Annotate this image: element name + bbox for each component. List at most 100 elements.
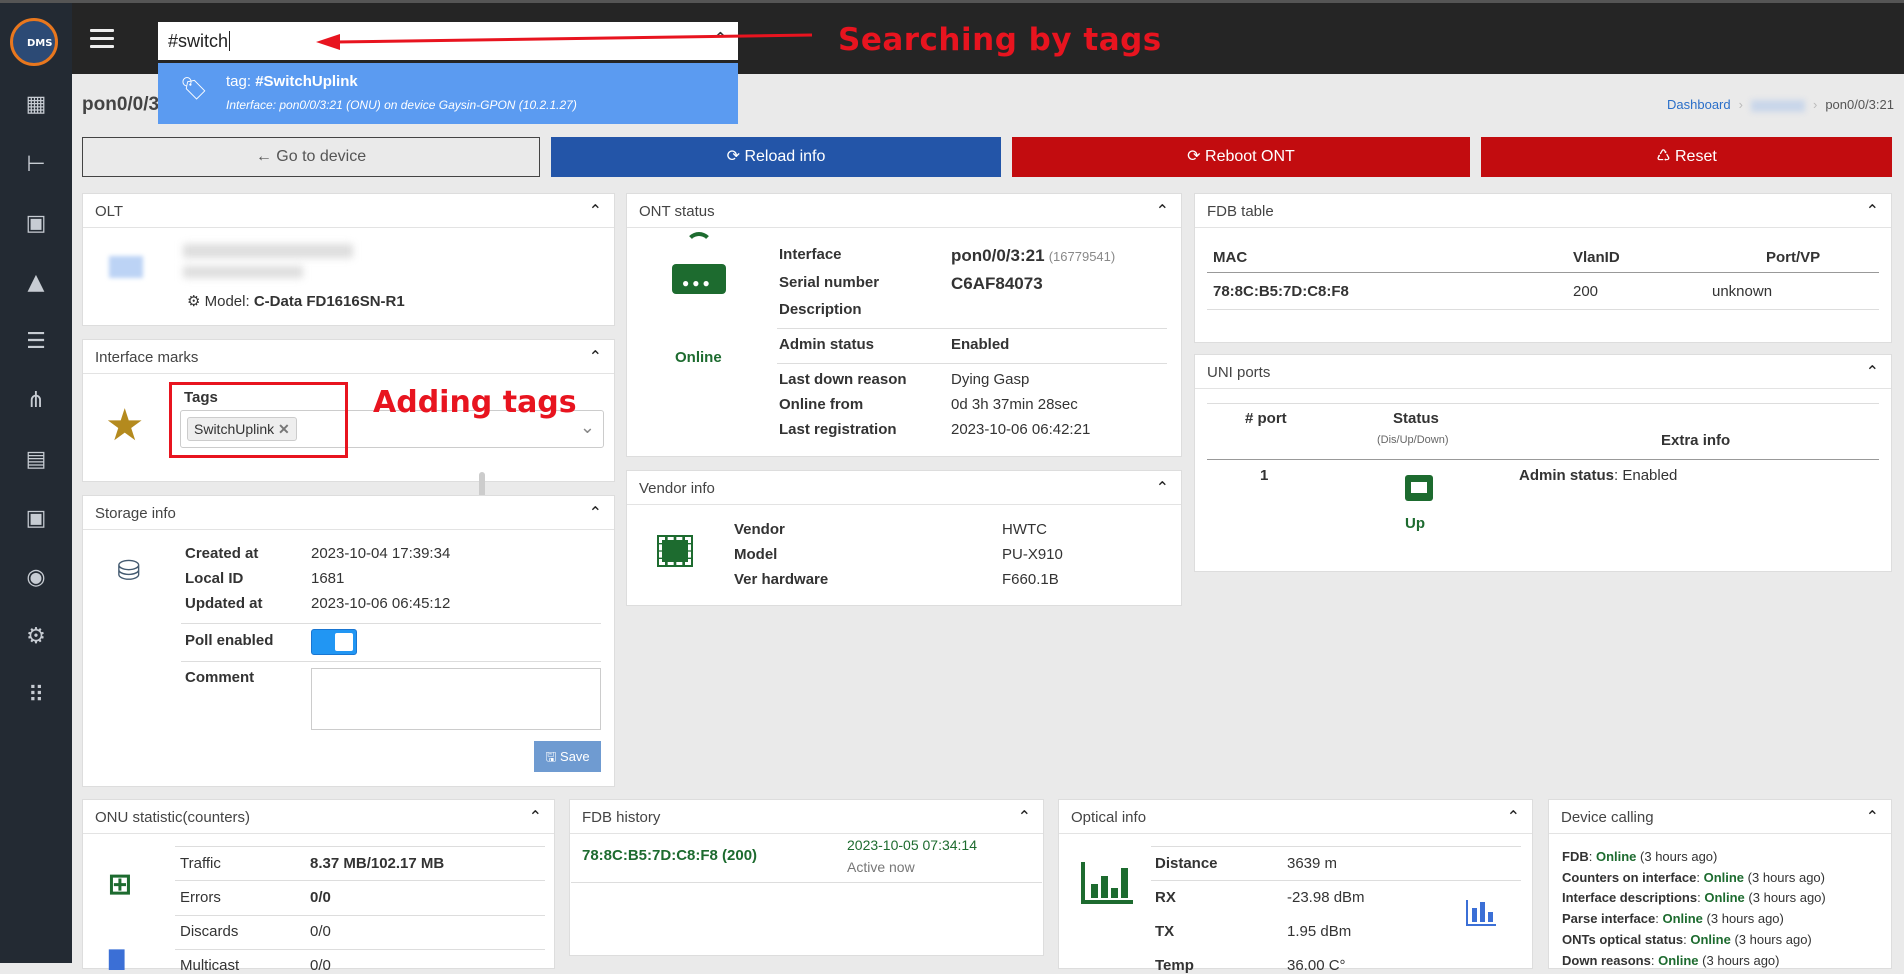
uni-port-number: 1: [1260, 467, 1269, 484]
go-to-device-button[interactable]: ← Go to device: [82, 137, 540, 177]
card-title: Device calling: [1561, 809, 1654, 826]
interface-value: pon0/0/3:21: [951, 246, 1045, 265]
chevron-up-icon[interactable]: ⌃: [1866, 807, 1879, 826]
reboot-ont-button[interactable]: ⟳ Reboot ONT: [1012, 137, 1470, 177]
olt-model-value: C-Data FD1616SN-R1: [253, 293, 405, 310]
save-icon: 🖫: [545, 749, 557, 764]
uni-header-status: Status: [1393, 410, 1439, 427]
ont-status-card: ONT status ⌃ ●●● Online Interface pon0/0/…: [626, 193, 1182, 457]
card-title: OLT: [95, 203, 124, 220]
fdb-row-port: unknown: [1712, 283, 1773, 300]
settings-icon[interactable]: ⚙: [22, 623, 50, 651]
multicast-value: 0/0: [310, 957, 331, 974]
chevron-up-icon[interactable]: ⌃: [1866, 362, 1879, 381]
fdb-header-vlan: VlanID: [1573, 249, 1620, 266]
admin-status-label: Admin status: [779, 336, 875, 353]
apps-icon[interactable]: ⠿: [22, 682, 50, 710]
card-title: Interface marks: [95, 349, 199, 366]
breadcrumb-device[interactable]: [1750, 99, 1805, 112]
onu-statistic-card: ONU statistic(counters) ⌃ ⊞ ▇ Traffic 8.3…: [82, 799, 555, 974]
database-icon: ⛁: [117, 554, 141, 587]
breadcrumb: Dashboard › › pon0/0/3:21: [1667, 97, 1894, 112]
reload-info-button[interactable]: ⟳ Reload info: [551, 137, 1001, 177]
device-calling-item: Down reasons: Online (3 hours ago): [1562, 952, 1780, 968]
result-tag: #SwitchUplink: [255, 73, 358, 90]
local-id-label: Local ID: [185, 570, 244, 587]
traffic-value: 8.37 MB/102.17 MB: [310, 855, 445, 872]
chevron-up-icon[interactable]: ⌃: [589, 503, 602, 522]
save-button[interactable]: 🖫 Save: [534, 741, 601, 772]
tree-icon[interactable]: ⊢: [22, 151, 50, 179]
tx-label: TX: [1155, 923, 1175, 940]
fdb-header-port: Port/VP: [1766, 249, 1821, 266]
chevron-up-icon[interactable]: ⌃: [1156, 201, 1169, 220]
poll-label: Poll enabled: [185, 632, 274, 649]
last-registration-value: 2023-10-06 06:42:21: [951, 421, 1091, 438]
uni-extra-value: : Enabled: [1614, 467, 1678, 484]
router-icon: ●●●: [672, 264, 726, 294]
device-calling-item: Interface descriptions: Online (3 hours …: [1562, 890, 1826, 906]
uni-port-status: Up: [1405, 515, 1425, 532]
device-calling-item: Parse interface: Online (3 hours ago): [1562, 911, 1784, 927]
uni-extra-label: Admin status: [1519, 467, 1615, 484]
fdb-history-state: Active now: [847, 859, 915, 875]
gear-icon: ⚙: [187, 293, 201, 310]
olt-ip-blurred: [183, 266, 303, 278]
chart-icon: ▇: [109, 948, 125, 970]
device-calling-item: FDB: Online (3 hours ago): [1562, 849, 1718, 864]
breadcrumb-dashboard[interactable]: Dashboard: [1667, 97, 1731, 112]
image-icon[interactable]: ▣: [22, 505, 50, 533]
down-reason-label: Last down reason: [779, 371, 907, 388]
breadcrumb-current: pon0/0/3:21: [1825, 97, 1894, 112]
vendor-info-card: Vendor info ⌃ Vendor HWTC Model PU-X910 V…: [626, 470, 1182, 606]
menu-icon[interactable]: [90, 29, 114, 49]
chevron-up-icon[interactable]: ⌃: [1866, 201, 1879, 220]
description-label: Description: [779, 301, 862, 318]
chevron-up-icon[interactable]: ⌃: [589, 347, 602, 366]
chevron-up-icon[interactable]: ⌃: [529, 807, 542, 826]
search-result-item[interactable]: 🏷 tag: #SwitchUplink Interface: pon0/0/3…: [158, 63, 738, 124]
chevron-up-icon[interactable]: ⌃: [1507, 807, 1520, 826]
arrow-left-icon: [109, 256, 143, 278]
chevron-down-icon[interactable]: ⌄: [580, 417, 595, 438]
document-icon[interactable]: ▤: [22, 446, 50, 474]
model-label: Model: [734, 546, 778, 563]
errors-label: Errors: [180, 889, 221, 906]
interface-label: Interface: [779, 246, 842, 263]
reset-button[interactable]: ♺ Reset: [1481, 137, 1892, 177]
log-search-icon[interactable]: ☰: [22, 328, 50, 356]
created-label: Created at: [185, 545, 259, 562]
chevron-up-icon[interactable]: ⌃: [1156, 478, 1169, 497]
uni-header-port: # port: [1245, 410, 1287, 427]
olt-model-label: Model:: [204, 293, 250, 310]
serial-label: Serial number: [779, 274, 880, 291]
chart-icon[interactable]: [1466, 900, 1496, 926]
discards-value: 0/0: [310, 923, 331, 940]
comment-textarea[interactable]: [311, 668, 601, 730]
chevron-right-icon: ›: [1812, 97, 1818, 112]
app-logo[interactable]: DMS: [10, 18, 58, 66]
rx-value: -23.98 dBm: [1287, 889, 1365, 906]
online-from-label: Online from: [779, 396, 864, 413]
fdb-history-time: 2023-10-05 07:34:14: [847, 837, 977, 853]
chevron-up-icon[interactable]: ⌃: [589, 201, 602, 220]
chip-icon: [657, 535, 693, 567]
logo-text: DMS: [27, 38, 53, 49]
device-calling-item: ONTs optical status: Online (3 hours ago…: [1562, 931, 1812, 947]
device-icon[interactable]: ▣: [22, 210, 50, 238]
model-value: PU-X910: [1002, 546, 1063, 563]
vendor-label: Vendor: [734, 521, 785, 538]
dashboard-icon[interactable]: ▦: [22, 91, 50, 119]
updated-label: Updated at: [185, 595, 263, 612]
tx-value: 1.95 dBm: [1287, 923, 1352, 940]
topology-icon[interactable]: ⋔: [22, 387, 50, 415]
poll-toggle[interactable]: [311, 629, 357, 655]
card-title: FDB history: [582, 809, 661, 826]
optical-info-card: Optical info ⌃ Distance 3639 m RX -23.98 …: [1058, 799, 1533, 974]
search-value: #switch: [168, 31, 229, 51]
users-icon[interactable]: ◉: [22, 564, 50, 592]
alert-icon[interactable]: ▲: [22, 269, 50, 297]
result-detail: Interface: pon0/0/3:21 (ONU) on device G…: [226, 98, 577, 112]
chevron-up-icon[interactable]: ⌃: [1018, 807, 1031, 826]
fdb-history-card: FDB history ⌃ 78:8C:B5:7D:C8:F8 (200) 202…: [569, 799, 1044, 956]
